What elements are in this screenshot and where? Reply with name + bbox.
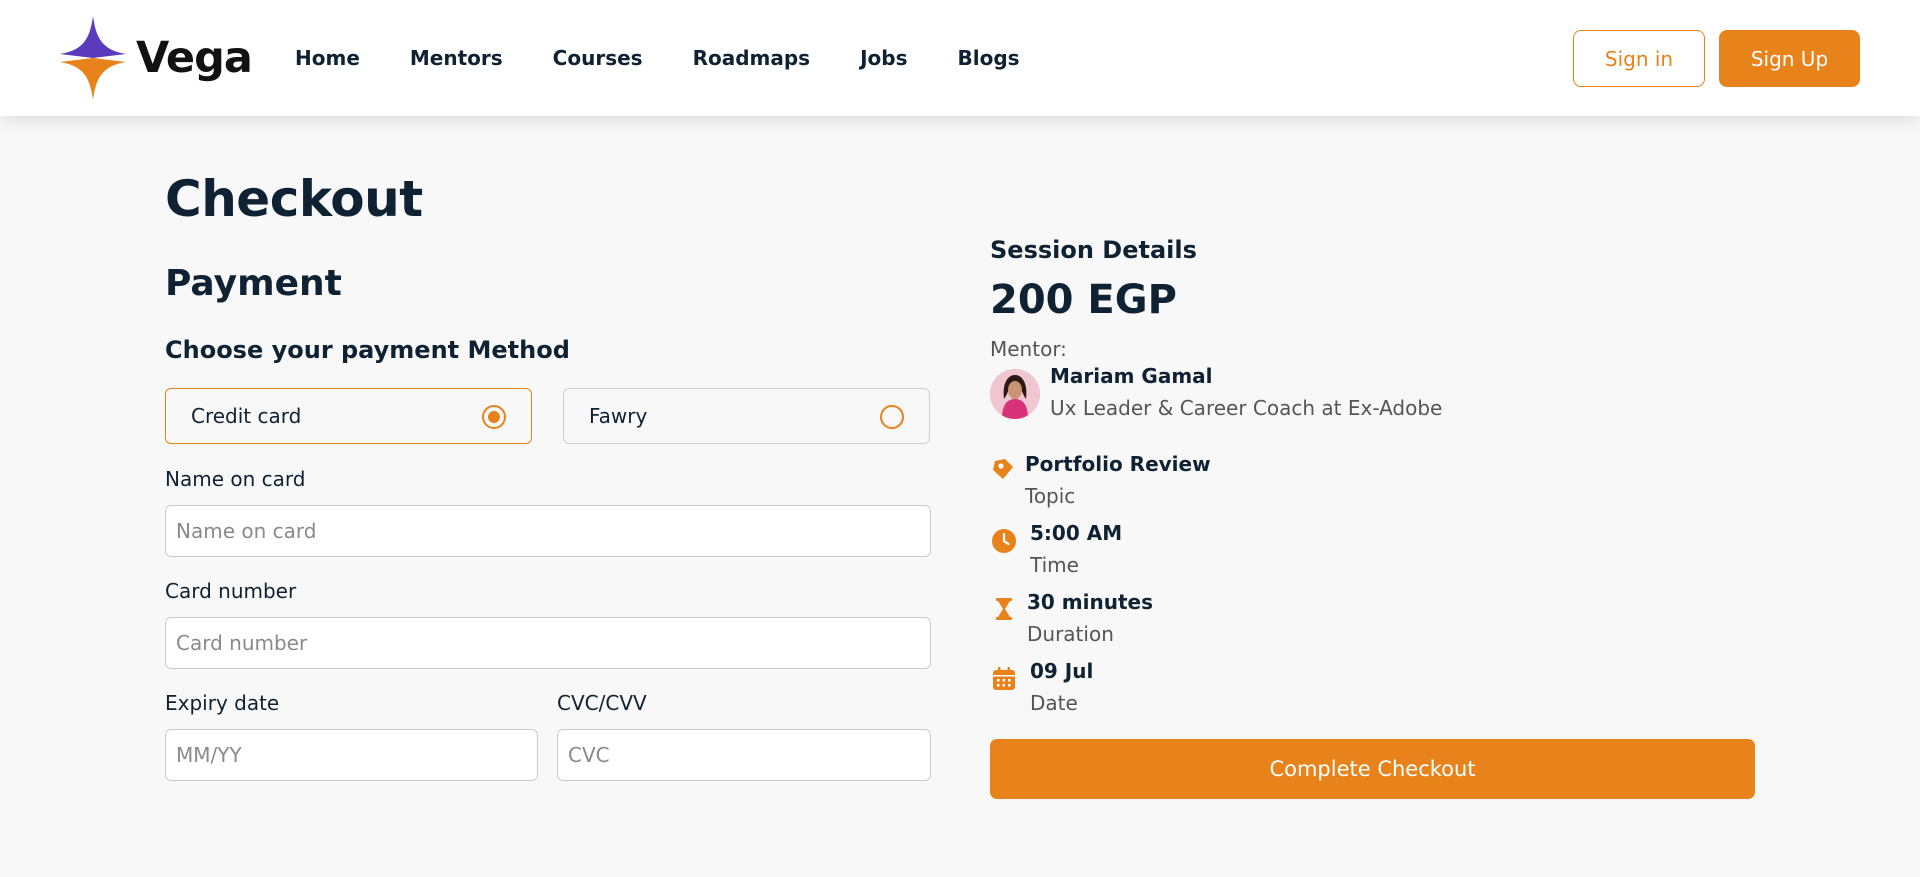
clock-icon [992, 529, 1016, 553]
payment-option-credit-card[interactable]: Credit card [165, 388, 532, 444]
payment-option-fawry[interactable]: Fawry [563, 388, 930, 444]
expiry-date-input[interactable] [165, 729, 538, 781]
mentor-label: Mentor: [990, 337, 1067, 361]
nav-blogs[interactable]: Blogs [958, 45, 1020, 71]
cvc-label: CVC/CVV [557, 691, 647, 715]
topic-value: Portfolio Review [1025, 452, 1211, 476]
payment-option-label: Credit card [191, 404, 302, 428]
name-on-card-label: Name on card [165, 467, 306, 491]
card-number-label: Card number [165, 579, 297, 603]
top-navigation-bar: Vega Home Mentors Courses Roadmaps Jobs … [0, 0, 1920, 116]
cvc-input[interactable] [557, 729, 931, 781]
session-details-title: Session Details [990, 236, 1197, 264]
session-price: 200 EGP [990, 277, 1177, 323]
duration-label: Duration [1027, 622, 1114, 646]
date-label: Date [1030, 691, 1078, 715]
vega-star-logo-icon [60, 16, 126, 100]
calendar-icon [993, 667, 1015, 690]
hourglass-icon [996, 598, 1012, 620]
brand-name: Vega [136, 32, 253, 83]
sign-in-button[interactable]: Sign in [1573, 30, 1705, 87]
nav-jobs[interactable]: Jobs [860, 45, 907, 71]
payment-method-heading: Choose your payment Method [165, 336, 570, 364]
nav-mentors[interactable]: Mentors [410, 45, 503, 71]
logo[interactable]: Vega [60, 16, 253, 100]
mentor-avatar [990, 369, 1040, 419]
nav-roadmaps[interactable]: Roadmaps [693, 45, 811, 71]
page-title: Checkout [165, 170, 423, 228]
radio-selected-icon[interactable] [482, 405, 506, 429]
complete-checkout-button[interactable]: Complete Checkout [990, 739, 1755, 799]
topic-label: Topic [1025, 484, 1076, 508]
duration-value: 30 minutes [1027, 590, 1153, 614]
card-number-input[interactable] [165, 617, 931, 669]
payment-option-label: Fawry [589, 404, 648, 428]
time-label: Time [1030, 553, 1079, 577]
main-nav: Home Mentors Courses Roadmaps Jobs Blogs [295, 45, 1070, 71]
date-value: 09 Jul [1030, 659, 1094, 683]
mentor-role: Ux Leader & Career Coach at Ex-Adobe [1050, 396, 1443, 420]
name-on-card-input[interactable] [165, 505, 931, 557]
sign-up-button[interactable]: Sign Up [1719, 30, 1860, 87]
tag-icon [993, 459, 1013, 479]
time-value: 5:00 AM [1030, 521, 1123, 545]
section-title-payment: Payment [165, 263, 342, 304]
nav-courses[interactable]: Courses [553, 45, 643, 71]
mentor-name[interactable]: Mariam Gamal [1050, 364, 1213, 388]
radio-unselected-icon[interactable] [880, 405, 904, 429]
expiry-date-label: Expiry date [165, 691, 280, 715]
nav-home[interactable]: Home [295, 45, 360, 71]
